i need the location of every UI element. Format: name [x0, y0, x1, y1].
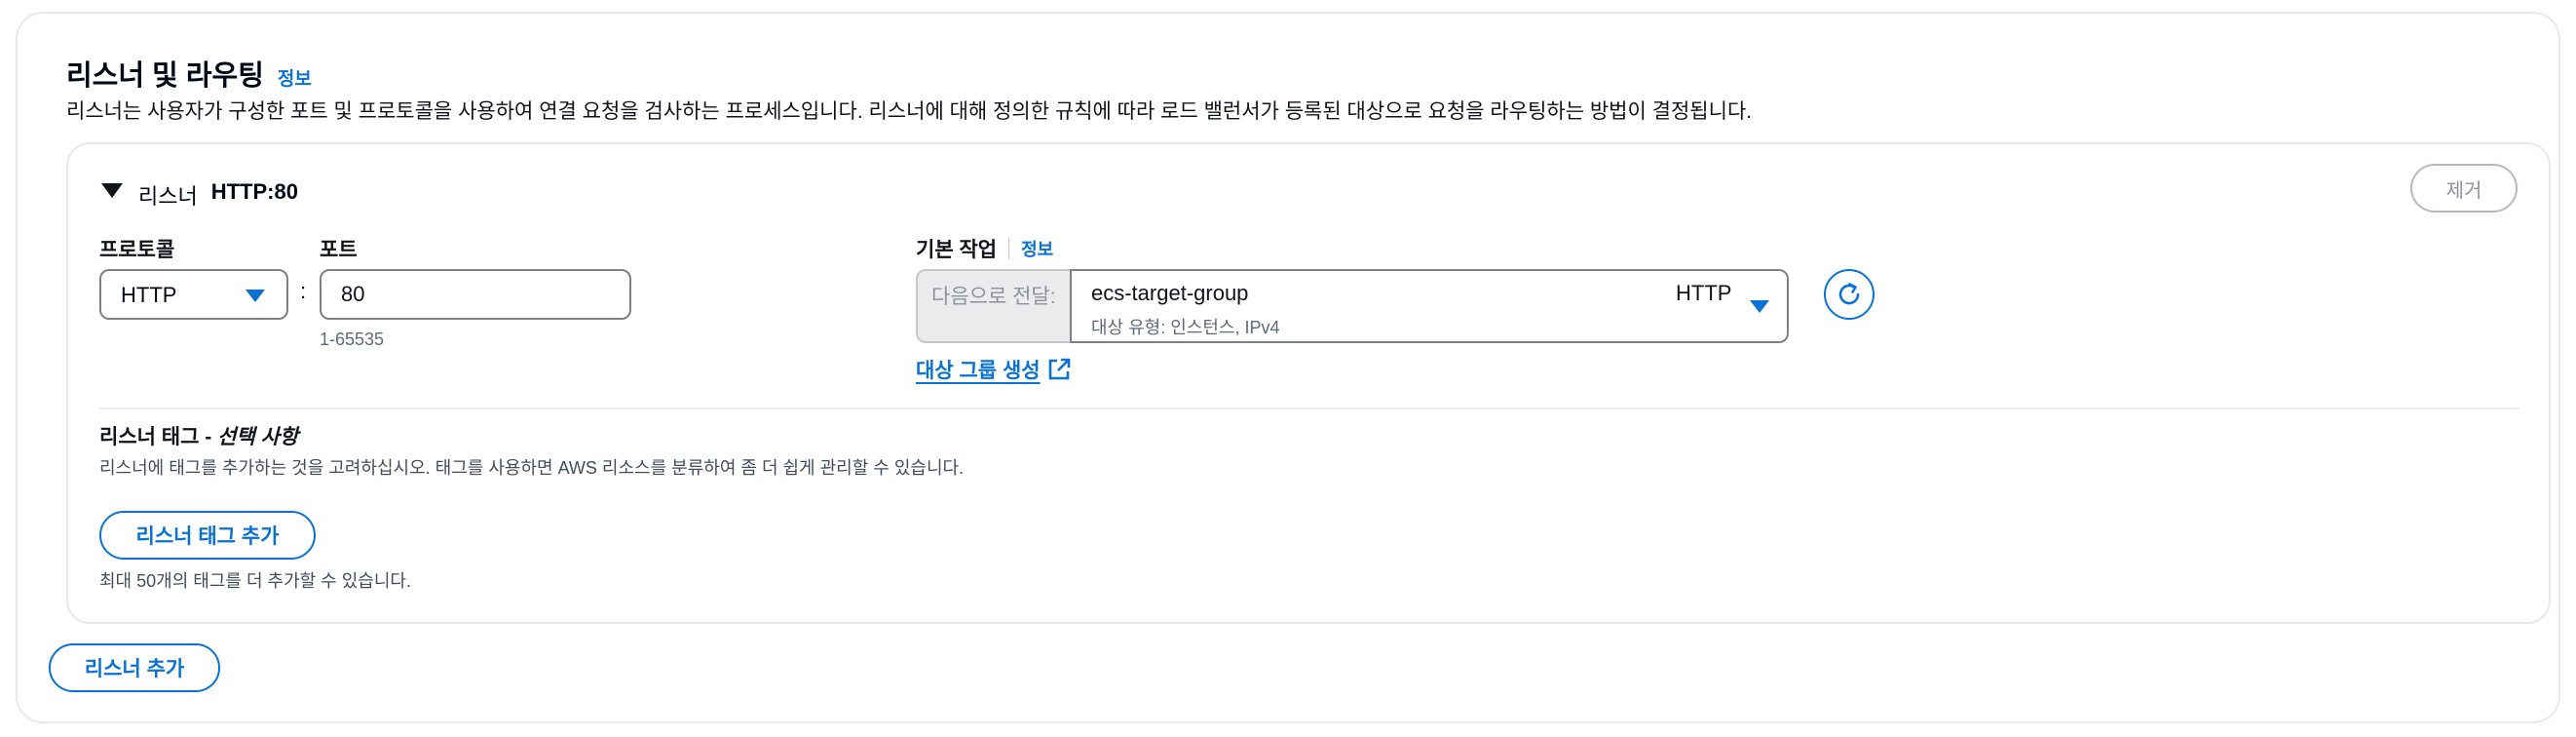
default-action-header: 기본 작업 정보 — [916, 234, 1053, 263]
listener-name: HTTP:80 — [210, 179, 298, 204]
listener-tags-title: 리스너 태그 - 선택 사항 — [99, 421, 298, 450]
create-target-group-link[interactable]: 대상 그룹 생성 — [916, 355, 1072, 384]
port-range-hint: 1-65535 — [320, 330, 385, 349]
optional-label: 선택 사항 — [217, 426, 299, 448]
protocol-label: 프로토콜 — [99, 239, 175, 261]
listener-tags-label: 리스너 태그 - — [99, 426, 218, 448]
triangle-down-icon — [246, 290, 265, 302]
listener-prefix: 리스너 — [138, 184, 198, 209]
default-action-label: 기본 작업 — [916, 239, 998, 261]
port-label: 포트 — [320, 239, 358, 261]
listener-tags-description: 리스너에 태그를 추가하는 것을 고려하십시오. 태그를 사용하면 AWS 리소… — [99, 458, 965, 478]
target-group-type: 대상 유형: 인스턴스, IPv4 — [1091, 318, 1280, 337]
port-separator: : — [300, 279, 307, 303]
section-info-link[interactable]: 정보 — [278, 64, 312, 91]
external-link-icon — [1048, 358, 1070, 380]
protocol-value: HTTP — [121, 283, 177, 307]
add-listener-button[interactable]: 리스너 추가 — [49, 643, 220, 692]
refresh-button[interactable] — [1824, 269, 1875, 320]
create-target-group-label: 대상 그룹 생성 — [916, 360, 1041, 382]
target-group-protocol: HTTP — [1676, 281, 1732, 305]
triangle-down-icon — [1750, 300, 1769, 313]
target-group-select[interactable]: ecs-target-group 대상 유형: 인스턴스, IPv4 HTTP — [1070, 269, 1789, 343]
tag-limit-text: 최대 50개의 태그를 더 추가할 수 있습니다. — [99, 571, 411, 591]
default-action-info-link[interactable]: 정보 — [1021, 236, 1053, 261]
listener-header[interactable]: 리스너 HTTP:80 — [138, 179, 298, 211]
target-group-name: ecs-target-group — [1091, 281, 1249, 305]
caret-down-icon[interactable] — [101, 183, 123, 198]
listener-container: 리스너 HTTP:80 제거 프로토콜 포트 HTTP : 80 1-65535… — [66, 142, 2551, 624]
remove-listener-button[interactable]: 제거 — [2410, 164, 2518, 213]
divider — [1008, 238, 1010, 259]
section-header: 리스너 및 라우팅 정보 — [66, 53, 312, 94]
protocol-select[interactable]: HTTP — [99, 269, 288, 320]
section-title: 리스너 및 라우팅 — [66, 60, 264, 92]
listeners-routing-panel: 리스너 및 라우팅 정보 리스너는 사용자가 구성한 포트 및 프로토콜을 사용… — [16, 12, 2560, 723]
add-listener-tag-button[interactable]: 리스너 태그 추가 — [99, 511, 316, 560]
section-description: 리스너는 사용자가 구성한 포트 및 프로토콜을 사용하여 연결 요청을 검사하… — [66, 100, 1753, 123]
forward-to-prefix: 다음으로 전달: — [916, 269, 1072, 343]
section-divider — [99, 407, 2519, 409]
refresh-icon — [1838, 283, 1860, 305]
port-input[interactable]: 80 — [320, 269, 631, 320]
